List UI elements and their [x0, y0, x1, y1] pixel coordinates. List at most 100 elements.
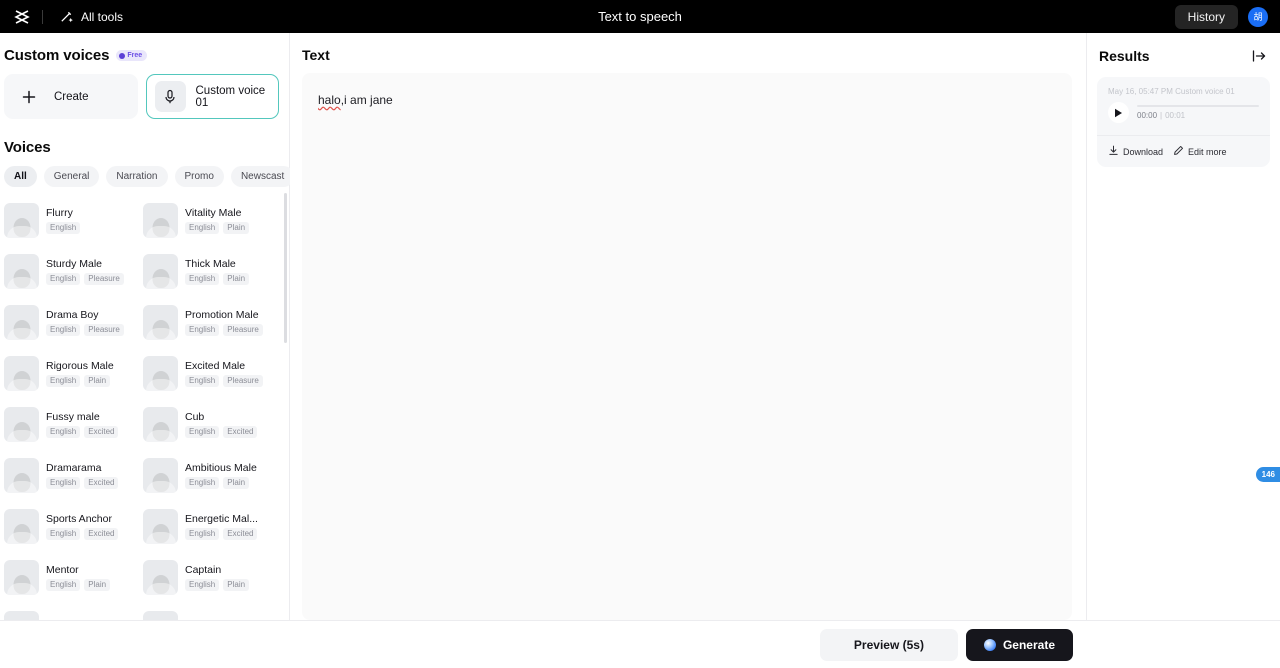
voice-item-gotham-hero[interactable]: Gotham Hero: [0, 603, 139, 620]
voice-tags: English Plain: [185, 477, 257, 489]
voice-name: Sturdy Male: [46, 258, 103, 270]
results-header: Results: [1087, 33, 1280, 77]
audio-progress-bar[interactable]: [1137, 105, 1259, 107]
voice-avatar: [4, 407, 39, 442]
generate-button[interactable]: Generate: [965, 628, 1073, 661]
voice-name: Cub: [185, 411, 205, 423]
results-panel: Results May 16, 05:47 PM Custom voice 01: [1086, 33, 1280, 620]
voice-tag: English: [46, 579, 81, 591]
voice-tags: English Pleasure: [46, 273, 124, 285]
voice-tag: English: [46, 477, 81, 489]
pencil-icon: [1173, 145, 1184, 158]
capcut-logo-icon[interactable]: [8, 6, 36, 28]
voice-avatar: [143, 407, 178, 442]
voice-tag: English: [46, 222, 81, 234]
voice-tag: Pleasure: [223, 324, 263, 336]
voice-item-vitality-male[interactable]: Vitality Male English Plain: [139, 195, 278, 246]
voice-item-thick-male[interactable]: Thick Male English Plain: [139, 246, 278, 297]
voice-tags: English Excited: [185, 426, 258, 438]
voice-avatar: [4, 254, 39, 289]
voice-tag: English: [185, 528, 220, 540]
page-title: Text to speech: [598, 9, 682, 24]
topbar-divider: [42, 9, 43, 24]
voice-tags: English Pleasure: [46, 324, 124, 336]
chip-promo[interactable]: Promo: [174, 165, 224, 187]
voice-item-energetic-male[interactable]: Energetic Mal... English Excited: [139, 501, 278, 552]
voice-list-scroll-area[interactable]: Flurry English Vitality Male English Pla…: [0, 187, 289, 620]
voice-name: Sports Anchor: [46, 513, 112, 525]
free-badge-label: Free: [127, 52, 143, 59]
voice-tag: English: [46, 273, 81, 285]
voice-tags: English: [46, 222, 81, 234]
topbar-right-group: History 胡: [1174, 4, 1272, 29]
voice-item-fussy-male[interactable]: Fussy male English Excited: [0, 399, 139, 450]
voice-tag: Excited: [84, 477, 119, 489]
voice-item-drama-boy[interactable]: Drama Boy English Pleasure: [0, 297, 139, 348]
voice-item-mentor[interactable]: Mentor English Plain: [0, 552, 139, 603]
play-icon[interactable]: [1108, 102, 1129, 123]
voice-avatar: [4, 458, 39, 493]
text-input[interactable]: halo,i am jane: [302, 73, 1072, 620]
voice-avatar: [143, 458, 178, 493]
voices-title: Voices: [4, 139, 51, 156]
voice-tags: English Plain: [46, 579, 111, 591]
preview-button[interactable]: Preview (5s): [819, 628, 958, 661]
voice-tags: English Plain: [185, 579, 250, 591]
voice-tag: English: [46, 426, 81, 438]
text-rest: ,i am jane: [340, 93, 393, 107]
voice-tag: Pleasure: [84, 324, 124, 336]
voice-tag: Plain: [84, 579, 111, 591]
download-label: Download: [1123, 146, 1164, 157]
result-timestamp: May 16, 05:47 PM Custom voice 01: [1108, 87, 1235, 96]
voice-item-dramarama[interactable]: Dramarama English Excited: [0, 450, 139, 501]
voice-tag: Excited: [84, 426, 119, 438]
voice-tag: English: [185, 579, 220, 591]
voice-name: Rigorous Male: [46, 360, 114, 372]
voice-name: Excited Male: [185, 360, 246, 372]
voice-item-captain[interactable]: Captain English Plain: [139, 552, 278, 603]
top-bar: All tools Text to speech History 胡: [0, 0, 1280, 33]
voice-name: Energetic Mal...: [185, 513, 258, 525]
voice-item-ambitious-male[interactable]: Ambitious Male English Plain: [139, 450, 278, 501]
voice-tags: English Excited: [46, 477, 119, 489]
all-tools-label: All tools: [81, 9, 124, 24]
edit-more-button[interactable]: Edit more: [1173, 145, 1227, 158]
chip-general[interactable]: General: [43, 165, 100, 187]
voice-item-flurry[interactable]: Flurry English: [0, 195, 139, 246]
download-button[interactable]: Download: [1108, 145, 1163, 158]
history-button[interactable]: History: [1174, 4, 1238, 29]
voice-item-rigorous-male[interactable]: Rigorous Male English Plain: [0, 348, 139, 399]
voice-list-scrollbar[interactable]: [284, 193, 287, 614]
voice-avatar: [143, 611, 178, 620]
time-separator: |: [1160, 111, 1163, 120]
voice-avatar: [143, 254, 178, 289]
voice-name: Thick Male: [185, 258, 236, 270]
ai-orb-icon: [983, 638, 996, 651]
voice-item-sturdy-male[interactable]: Sturdy Male English Pleasure: [0, 246, 139, 297]
voice-name: Dramarama: [46, 462, 102, 474]
custom-voice-01-card[interactable]: Custom voice 01: [145, 74, 279, 119]
avatar[interactable]: 胡: [1248, 6, 1268, 27]
voice-tags: English Excited: [46, 528, 119, 540]
voice-grid: Flurry English Vitality Male English Pla…: [0, 195, 289, 620]
voice-tag: Excited: [84, 528, 119, 540]
voice-tag: Plain: [223, 579, 250, 591]
chip-all[interactable]: All: [4, 165, 37, 187]
voice-tag: English: [185, 477, 220, 489]
voice-item-cub[interactable]: Cub English Excited: [139, 399, 278, 450]
voice-item-excited-male[interactable]: Excited Male English Pleasure: [139, 348, 278, 399]
chip-newscast[interactable]: Newscast: [230, 165, 295, 187]
voice-tag: English: [46, 528, 81, 540]
all-tools-button[interactable]: All tools: [53, 6, 129, 27]
voice-item-sports-anchor[interactable]: Sports Anchor English Excited: [0, 501, 139, 552]
create-voice-card[interactable]: Create: [4, 74, 138, 119]
voice-item-promotion-male[interactable]: Promotion Male English Pleasure: [139, 297, 278, 348]
collapse-right-icon[interactable]: [1250, 47, 1268, 65]
voice-item-flirty-male[interactable]: Flirty Male: [139, 603, 278, 620]
voice-tags: English Excited: [46, 426, 119, 438]
notification-count-badge[interactable]: 146: [1255, 467, 1280, 482]
voice-list-scrollbar-thumb[interactable]: [284, 193, 287, 343]
voice-tag: English: [185, 222, 220, 234]
chip-narration[interactable]: Narration: [106, 165, 168, 187]
custom-voices-header: Custom voices Free: [0, 33, 289, 74]
